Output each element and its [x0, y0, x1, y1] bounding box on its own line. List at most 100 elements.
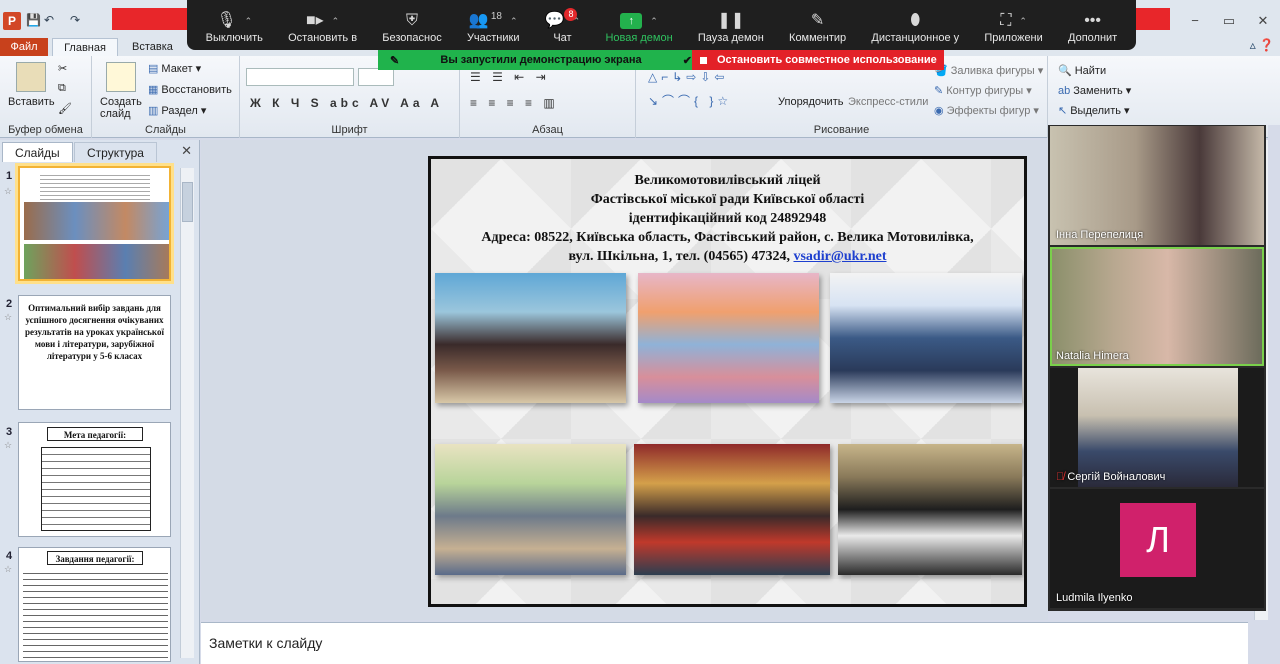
close-icon[interactable]: ✕ — [181, 143, 192, 159]
shape-effects-button[interactable]: ◉ Эффекты фигур ▾ — [934, 104, 1039, 117]
chevron-up-icon[interactable]: ⌃ — [332, 10, 340, 32]
close-button[interactable]: ✕ — [1246, 8, 1280, 34]
font-name-input[interactable] — [246, 68, 354, 86]
stop-video-button[interactable]: ■▸ ⌃ Остановить в — [288, 10, 357, 44]
right-edge — [1268, 125, 1280, 664]
slide-thumbnail-3[interactable]: Мета педагогії: — [18, 422, 171, 537]
powerpoint-logo-icon: P — [3, 12, 21, 30]
scroll-thumb[interactable] — [182, 182, 193, 222]
photo-balloons[interactable] — [830, 273, 1022, 403]
pause-share-label: Пауза демон — [697, 32, 764, 44]
new-share-button[interactable]: ↑ ⌃ Новая демон — [605, 10, 673, 44]
participant-name: 🎙̸ Сергій Войналович — [1056, 471, 1165, 483]
tab-slides[interactable]: Слайды — [2, 142, 73, 162]
minimize-button[interactable]: − — [1178, 8, 1212, 34]
new-share-icon: ↑ — [620, 13, 643, 29]
cut-icon[interactable]: ✂ — [58, 62, 67, 75]
shield-check-icon: ✔ — [682, 54, 692, 67]
shapes-gallery-row2[interactable]: ↘⌒⌒{ }☆ — [648, 92, 732, 109]
stop-share-button[interactable]: Остановить совместное использование — [692, 50, 944, 70]
list-buttons[interactable]: ☰ ☰ ⇤ ⇥ — [470, 70, 550, 84]
align-buttons[interactable]: ≡ ≡ ≡ ≡ ▥ — [470, 96, 559, 110]
replace-icon: ab — [1058, 85, 1071, 97]
video-tile[interactable]: Інна Перепелиця — [1050, 126, 1264, 245]
chevron-up-icon[interactable]: ⌃ — [650, 10, 658, 32]
annotate-pencil-icon: ✎ — [810, 12, 825, 29]
remote-control-button[interactable]: ⬮ Дистанционное у — [871, 10, 959, 44]
select-label: Выделить — [1070, 105, 1121, 117]
binoculars-icon: 🔍 — [1058, 65, 1072, 77]
annotate-button[interactable]: ✎ Комментир — [789, 10, 846, 44]
thumb-body — [41, 447, 151, 531]
shapes-gallery[interactable]: △⌐↳⇨⇩⇦ — [648, 70, 728, 84]
photo-embroidered-shirts[interactable] — [838, 444, 1022, 575]
current-slide[interactable]: Великомотовилівський ліцей Фастівської м… — [428, 156, 1027, 607]
undo-icon[interactable]: ↶ — [44, 13, 54, 27]
photo-desks[interactable] — [435, 444, 626, 575]
video-tile-active-speaker[interactable]: Natalia Himera — [1050, 247, 1264, 366]
security-button[interactable]: ⛨ Безопаснос — [382, 10, 441, 44]
apps-button[interactable]: ⛶ ⌃ Приложени — [984, 10, 1042, 44]
slides-panel: Слайды Структура ✕ 1 ☆ 2 ☆ Оптимальний в… — [0, 140, 200, 664]
panel-scrollbar[interactable] — [180, 168, 194, 658]
pause-share-button[interactable]: ❚❚ Пауза демон — [698, 10, 764, 44]
group-label: Буфер обмена — [8, 124, 83, 136]
slide-thumbnail-2[interactable]: Оптимальний вибір завдань для успішного … — [18, 295, 171, 410]
participants-button[interactable]: 👥 18 ⌃ Участники — [467, 10, 520, 44]
chevron-up-icon[interactable]: ⌃ — [510, 10, 518, 32]
quick-styles-button[interactable]: Экспресс-стили — [848, 96, 928, 108]
copy-icon[interactable]: ⧉ — [58, 82, 66, 95]
slide-header-text[interactable]: Великомотовилівський ліцей Фастівської м… — [431, 171, 1024, 266]
find-button[interactable]: 🔍 Найти — [1058, 64, 1106, 77]
new-slide-button[interactable]: Создать слайд — [100, 96, 144, 120]
tab-file[interactable]: Файл — [0, 38, 48, 56]
tab-home[interactable]: Главная — [52, 38, 118, 57]
tab-insert[interactable]: Вставка — [132, 38, 173, 56]
layout-button[interactable]: ▤ Макет ▾ — [148, 62, 201, 75]
shape-fill-label: Заливка фигуры — [950, 65, 1035, 77]
thumb-title-box: Мета педагогії: — [47, 427, 143, 441]
section-label: Раздел — [161, 105, 198, 117]
arrange-button[interactable]: Упорядочить — [778, 96, 843, 108]
transition-star-icon: ☆ — [4, 312, 13, 322]
microphone-icon: 🎙 — [216, 12, 237, 29]
chevron-up-icon[interactable]: ⌃ — [1019, 10, 1027, 32]
tab-outline[interactable]: Структура — [74, 142, 157, 162]
slide-thumbnail-1[interactable] — [18, 166, 171, 281]
format-painter-icon[interactable]: 🖌 — [58, 102, 72, 115]
chevron-up-icon[interactable]: ⌃ — [245, 10, 253, 32]
font-size-input[interactable] — [358, 68, 394, 86]
help-icon[interactable]: ▵ ❓ — [1250, 38, 1274, 52]
photo-classroom-kids[interactable] — [638, 273, 819, 403]
photo-graduation-2022[interactable] — [435, 273, 626, 403]
chat-button[interactable]: 💬 ⌃ 8 Чат — [545, 8, 580, 44]
share-status-bar[interactable]: ✎ Вы запустили демонстрацию экрана ✔ — [378, 50, 692, 70]
layout-icon: ▤ — [148, 63, 159, 75]
reset-button[interactable]: ▦ Восстановить — [148, 83, 232, 96]
participant-name: Ludmila Ilyenko — [1056, 592, 1133, 604]
photo-fill — [838, 444, 1022, 575]
more-icon: ••• — [1084, 12, 1102, 29]
pin-icon[interactable]: ✎ — [390, 54, 399, 67]
shape-fill-button[interactable]: 🪣 Заливка фигуры ▾ — [934, 64, 1043, 77]
shape-outline-button[interactable]: ✎ Контур фигуры ▾ — [934, 84, 1032, 97]
notes-pane[interactable]: Заметки к слайду — [201, 622, 1248, 664]
maximize-button[interactable]: ▭ — [1212, 8, 1246, 34]
font-format-buttons[interactable]: Ж К Ч S abc AV Aa A — [250, 96, 443, 110]
more-button[interactable]: ••• Дополнит — [1068, 10, 1117, 44]
new-slide-icon[interactable] — [106, 62, 136, 92]
redo-icon[interactable]: ↷ — [70, 13, 80, 27]
email-link[interactable]: vsadir@ukr.net — [793, 249, 886, 264]
section-button[interactable]: ▥ Раздел ▾ — [148, 104, 206, 117]
save-icon[interactable]: 💾 — [26, 13, 41, 27]
replace-button[interactable]: ab Заменить ▾ — [1058, 84, 1131, 97]
paste-button[interactable]: Вставить — [8, 96, 55, 108]
video-tile[interactable]: 🎙̸ Сергій Войналович — [1050, 368, 1264, 487]
paste-icon[interactable] — [16, 62, 46, 92]
select-button[interactable]: ↖ Выделить ▾ — [1058, 104, 1130, 117]
mute-button[interactable]: 🎙 ⌃ Выключить — [206, 10, 263, 44]
group-label: Абзац — [532, 124, 563, 136]
video-tile[interactable]: Л Ludmila Ilyenko — [1050, 489, 1264, 608]
slide-thumbnail-4[interactable]: Завдання педагогії: — [18, 547, 171, 662]
photo-folk-costumes[interactable] — [634, 444, 830, 575]
